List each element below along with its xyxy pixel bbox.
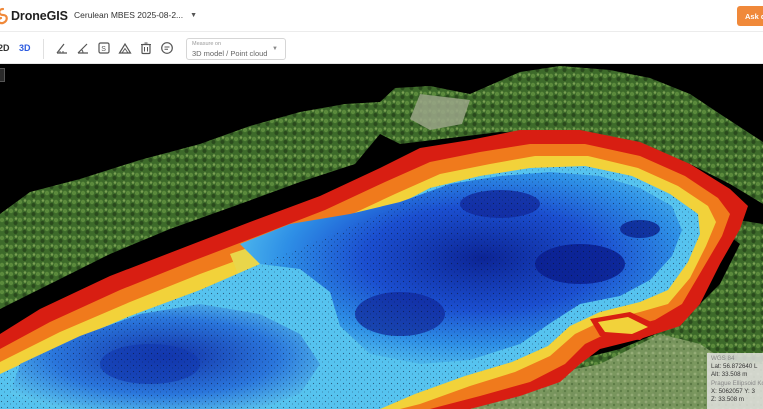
altitude-readout: Alt: 33.508 m [711, 371, 748, 379]
volume-icon[interactable] [118, 41, 132, 55]
point-cloud-scene [0, 66, 763, 409]
coordinates-panel: WGS 84 Lat: 56.872640 L Alt: 33.508 m Pr… [707, 353, 763, 409]
view-2d-toggle[interactable]: 2D [0, 43, 10, 53]
delete-icon[interactable] [139, 41, 153, 55]
chevron-down-icon: ▼ [272, 46, 278, 52]
toolbar: 2D 3D S Measure on 3D model / Point clou… [0, 33, 763, 64]
latitude-readout: Lat: 56.872640 L [711, 363, 758, 371]
crs-title: WGS 84 [711, 355, 735, 362]
project-selector[interactable]: Cerulean MBES 2025-08-2... ▼ [74, 10, 197, 20]
logo-icon [0, 7, 8, 25]
projection-label: Prague Ellipsoid Ko [711, 379, 763, 387]
distance-icon[interactable] [55, 41, 69, 55]
app-logo[interactable]: DroneGIS [0, 7, 68, 25]
xy-readout: X: 5062057 Y: 3 [711, 387, 755, 395]
app-header: DroneGIS Cerulean MBES 2025-08-2... ▼ As… [0, 0, 763, 32]
ask-button[interactable]: Ask q [737, 6, 763, 26]
area-icon[interactable]: S [97, 41, 111, 55]
angle-icon[interactable] [76, 41, 90, 55]
point-cloud-viewport[interactable]: ‹ [0, 64, 763, 409]
measure-label: Measure on [192, 41, 222, 47]
measure-value: 3D model / Point cloud [192, 49, 268, 58]
measure-on-select[interactable]: Measure on 3D model / Point cloud ▼ [186, 38, 286, 60]
z-readout: Z: 33.508 m [711, 396, 745, 404]
view-3d-toggle[interactable]: 3D [19, 43, 31, 53]
project-name: Cerulean MBES 2025-08-2... [74, 10, 184, 20]
svg-text:S: S [101, 46, 106, 53]
chevron-down-icon: ▼ [190, 11, 198, 19]
toolbar-divider [43, 39, 44, 59]
comment-icon[interactable] [160, 41, 174, 55]
logo-text: DroneGIS [11, 9, 68, 23]
viewer-side-button[interactable]: ‹ [0, 68, 5, 82]
